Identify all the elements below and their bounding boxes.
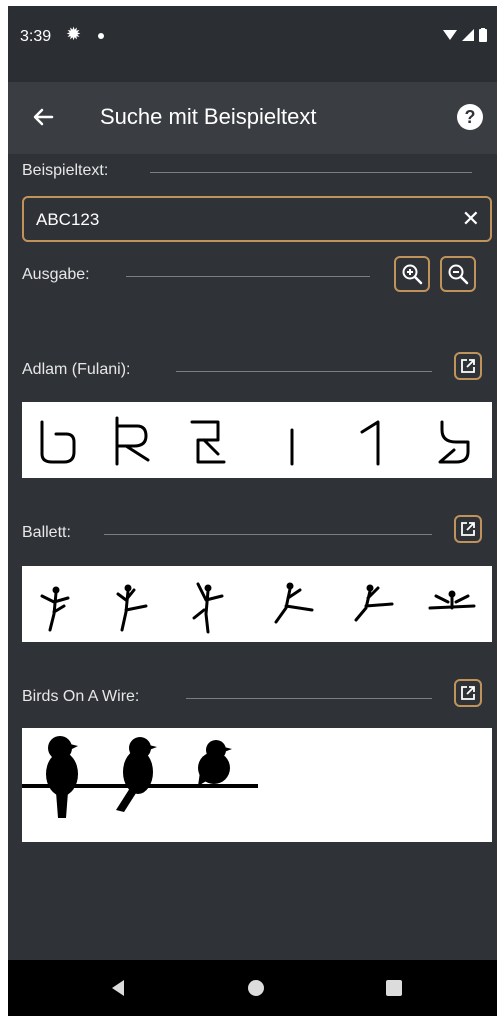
adlam-preview-glyphs — [40, 416, 470, 466]
sample-text-label: Beispieltext: — [22, 162, 109, 179]
help-button[interactable]: ? — [457, 104, 483, 130]
arrow-left-icon — [33, 108, 54, 126]
status-icons — [443, 28, 487, 42]
bird-glyph-1 — [46, 736, 78, 818]
section-divider — [104, 534, 432, 535]
adlam-glyph-6 — [438, 420, 470, 464]
adlam-glyph-2 — [115, 416, 150, 466]
font-preview-birds-on-a-wire — [22, 728, 492, 842]
nav-back-icon[interactable] — [108, 978, 128, 998]
dancer-glyph-6 — [428, 590, 476, 610]
zoom-in-button[interactable] — [394, 256, 430, 292]
bird-glyph-3 — [198, 740, 232, 786]
page-title: Suche mit Beispieltext — [100, 104, 317, 129]
dancer-glyph-1 — [40, 586, 70, 632]
open-font-ballett-button[interactable] — [454, 515, 482, 543]
ballet-preview-glyphs — [40, 582, 476, 634]
section-divider — [176, 371, 432, 372]
zoom-out-button[interactable] — [440, 256, 476, 292]
dancer-glyph-3 — [192, 582, 224, 634]
adlam-glyph-3 — [190, 420, 226, 464]
font-name-birds-on-a-wire: Birds On A Wire: — [22, 688, 140, 705]
output-label: Ausgabe: — [22, 266, 90, 283]
system-navigation-bar — [8, 960, 497, 1016]
settings-gear-icon: ✹ — [66, 24, 82, 44]
section-divider — [186, 698, 432, 699]
status-bar: 3:39 ✹ — [8, 6, 497, 82]
open-font-birds-on-a-wire-button[interactable] — [454, 679, 482, 707]
open-in-new-icon — [461, 686, 475, 700]
clear-icon[interactable]: ✕ — [462, 206, 480, 232]
nav-home-icon[interactable] — [246, 978, 266, 998]
section-divider — [126, 276, 370, 277]
wifi-icon — [443, 30, 457, 40]
battery-icon — [479, 28, 487, 42]
birds-preview-glyphs — [22, 736, 258, 818]
dancer-glyph-2 — [116, 584, 148, 632]
font-name-ballett: Ballett: — [22, 524, 71, 541]
notification-dot-icon — [98, 33, 104, 39]
dancer-glyph-4 — [274, 582, 314, 624]
font-preview-ballett — [22, 566, 492, 642]
help-icon: ? — [464, 107, 476, 127]
font-preview-adlam — [22, 402, 492, 478]
sample-text-input[interactable]: ABC123 ✕ — [22, 196, 492, 242]
status-time: 3:39 — [20, 28, 52, 45]
app-screen: 3:39 ✹ Suche mit Beispieltext ? Beispiel… — [8, 6, 497, 1016]
signal-icon — [462, 29, 474, 41]
bird-glyph-2 — [116, 737, 157, 812]
open-in-new-icon — [461, 359, 475, 373]
adlam-glyph-1 — [40, 420, 76, 464]
zoom-in-icon — [402, 264, 423, 285]
open-font-adlam-button[interactable] — [454, 352, 482, 380]
nav-recents-icon[interactable] — [384, 978, 404, 998]
sample-text-value: ABC123 — [36, 210, 100, 229]
back-button[interactable] — [28, 102, 58, 132]
open-in-new-icon — [461, 522, 475, 536]
adlam-glyph-5 — [360, 420, 380, 466]
section-divider — [150, 172, 472, 173]
zoom-out-icon — [448, 264, 469, 285]
app-bar: Suche mit Beispieltext ? — [8, 82, 497, 154]
font-name-adlam: Adlam (Fulani): — [22, 361, 131, 378]
dancer-glyph-5 — [354, 584, 394, 622]
